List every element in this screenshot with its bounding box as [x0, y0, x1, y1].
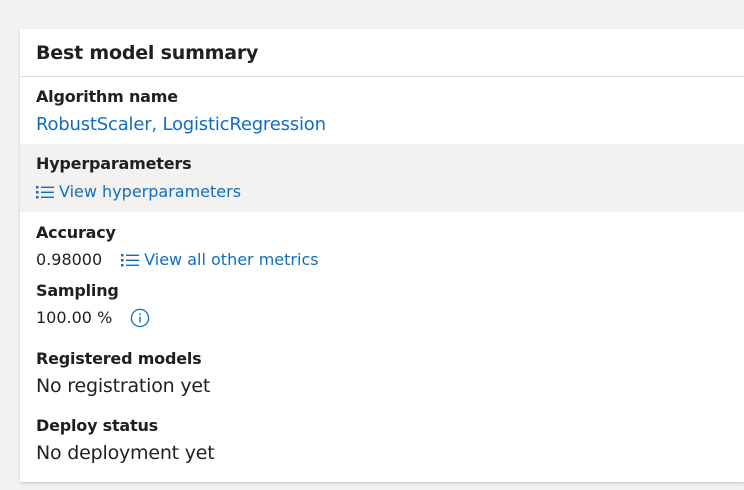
deploy-status-row: Deploy status No deployment yet: [20, 413, 744, 473]
info-icon[interactable]: [130, 308, 150, 328]
view-hyperparameters-link[interactable]: View hyperparameters: [36, 182, 241, 201]
sampling-row: Sampling 100.00 %: [20, 279, 744, 346]
card-title: Best model summary: [36, 41, 259, 64]
view-all-metrics-label: View all other metrics: [144, 250, 319, 269]
list-icon: [36, 185, 54, 198]
sampling-value: 100.00 %: [36, 308, 113, 327]
card-header: Best model summary: [20, 29, 744, 77]
registered-models-row: Registered models No registration yet: [20, 346, 744, 413]
accuracy-value: 0.98000: [36, 250, 103, 269]
top-strip: [0, 0, 744, 8]
view-hyperparameters-label: View hyperparameters: [59, 182, 242, 201]
algorithm-row: Algorithm name RobustScaler, LogisticReg…: [20, 77, 744, 144]
hyperparameters-label: Hyperparameters: [36, 154, 192, 173]
best-model-summary-card: Best model summary Algorithm name Robust…: [20, 29, 744, 482]
hyperparameters-row: Hyperparameters View hyperparameters: [20, 144, 744, 212]
sampling-label: Sampling: [36, 281, 119, 300]
deploy-status-label: Deploy status: [36, 416, 158, 435]
list-icon: [121, 254, 140, 267]
registered-models-label: Registered models: [36, 349, 202, 368]
accuracy-label: Accuracy: [36, 223, 116, 242]
view-all-metrics-link[interactable]: View all other metrics: [121, 250, 319, 270]
registered-models-value: No registration yet: [36, 375, 211, 397]
algorithm-label: Algorithm name: [36, 87, 178, 106]
algorithm-name-link[interactable]: RobustScaler, LogisticRegression: [36, 114, 326, 135]
deploy-status-value: No deployment yet: [36, 442, 215, 464]
accuracy-row: Accuracy 0.98000 View all other metrics: [20, 212, 744, 279]
